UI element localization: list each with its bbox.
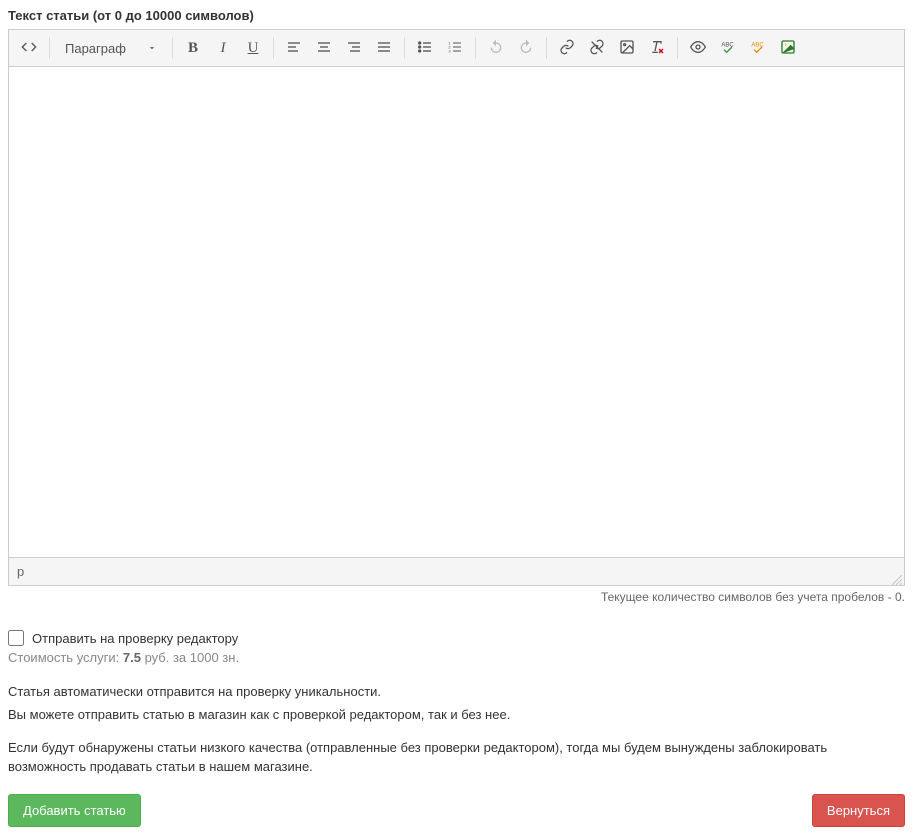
align-center-icon <box>316 39 332 58</box>
eye-icon <box>690 39 706 58</box>
element-path[interactable]: p <box>17 564 24 579</box>
info-text: Статья автоматически отправится на прове… <box>8 683 905 725</box>
redo-icon <box>518 39 534 58</box>
warning-line: Если будут обнаружены статьи низкого кач… <box>8 739 905 777</box>
cost-suffix: руб. за 1000 зн. <box>141 650 239 665</box>
format-select[interactable]: Параграф <box>56 36 166 61</box>
align-right-icon <box>346 39 362 58</box>
code-icon <box>21 39 37 58</box>
remove-link-button[interactable] <box>583 34 611 62</box>
bullet-list-button[interactable] <box>411 34 439 62</box>
align-justify-icon <box>376 39 392 58</box>
align-left-button[interactable] <box>280 34 308 62</box>
bullet-list-icon <box>417 39 433 58</box>
underline-icon: U <box>248 40 259 57</box>
italic-icon: I <box>221 40 226 57</box>
toolbar-separator <box>49 37 50 59</box>
italic-button[interactable]: I <box>209 34 237 62</box>
add-article-button[interactable]: Добавить статью <box>8 794 141 827</box>
chevron-down-icon <box>147 41 157 56</box>
bold-button[interactable]: B <box>179 34 207 62</box>
source-code-button[interactable] <box>15 34 43 62</box>
align-left-icon <box>286 39 302 58</box>
link-icon <box>559 39 575 58</box>
rich-text-editor: Параграф B I U <box>8 29 905 586</box>
numbered-list-button[interactable]: 123 <box>441 34 469 62</box>
warning-text: Если будут обнаружены статьи низкого кач… <box>8 739 905 777</box>
clear-formatting-button[interactable] <box>643 34 671 62</box>
insert-image-button[interactable] <box>613 34 641 62</box>
editor-statusbar: p <box>9 557 904 585</box>
char-count-value: 0 <box>895 590 902 604</box>
info-line-2: Вы можете отправить статью в магазин как… <box>8 706 905 725</box>
editor-textarea[interactable] <box>9 67 904 557</box>
picture-icon <box>780 39 796 58</box>
spellcheck-icon: ABC <box>720 39 736 58</box>
char-count-label: Текущее количество символов без учета пр… <box>601 590 895 604</box>
spellcheck-toggle-button[interactable]: ABC <box>744 34 772 62</box>
align-justify-button[interactable] <box>370 34 398 62</box>
insert-link-button[interactable] <box>553 34 581 62</box>
align-center-button[interactable] <box>310 34 338 62</box>
cost-price: 7.5 <box>123 650 141 665</box>
resize-grip[interactable] <box>892 573 902 583</box>
clear-format-icon <box>649 39 665 58</box>
button-row: Добавить статью Вернуться <box>8 794 905 827</box>
toolbar-separator <box>404 37 405 59</box>
editor-review-label[interactable]: Отправить на проверку редактору <box>32 631 238 646</box>
unlink-icon <box>589 39 605 58</box>
undo-button[interactable] <box>482 34 510 62</box>
format-select-label: Параграф <box>65 41 126 56</box>
preview-button[interactable] <box>684 34 712 62</box>
back-button[interactable]: Вернуться <box>812 794 905 827</box>
field-label: Текст статьи (от 0 до 10000 символов) <box>8 8 905 23</box>
image-icon <box>619 39 635 58</box>
toolbar-separator <box>273 37 274 59</box>
redo-button[interactable] <box>512 34 540 62</box>
service-cost: Стоимость услуги: 7.5 руб. за 1000 зн. <box>8 650 905 665</box>
cost-prefix: Стоимость услуги: <box>8 650 123 665</box>
toolbar-separator <box>546 37 547 59</box>
spellcheck-button[interactable]: ABC <box>714 34 742 62</box>
char-count-suffix: . <box>902 590 905 604</box>
editor-toolbar: Параграф B I U <box>9 30 904 67</box>
toolbar-separator <box>172 37 173 59</box>
bold-icon: B <box>188 40 198 57</box>
toolbar-separator <box>475 37 476 59</box>
svg-text:3: 3 <box>448 48 451 53</box>
undo-icon <box>488 39 504 58</box>
numbered-list-icon: 123 <box>447 39 463 58</box>
editor-review-checkbox[interactable] <box>8 630 24 646</box>
align-right-button[interactable] <box>340 34 368 62</box>
info-line-1: Статья автоматически отправится на прове… <box>8 683 905 702</box>
spellcheck-active-icon: ABC <box>750 39 766 58</box>
toolbar-separator <box>677 37 678 59</box>
insert-media-button[interactable] <box>774 34 802 62</box>
underline-button[interactable]: U <box>239 34 267 62</box>
char-counter: Текущее количество символов без учета пр… <box>8 590 905 604</box>
